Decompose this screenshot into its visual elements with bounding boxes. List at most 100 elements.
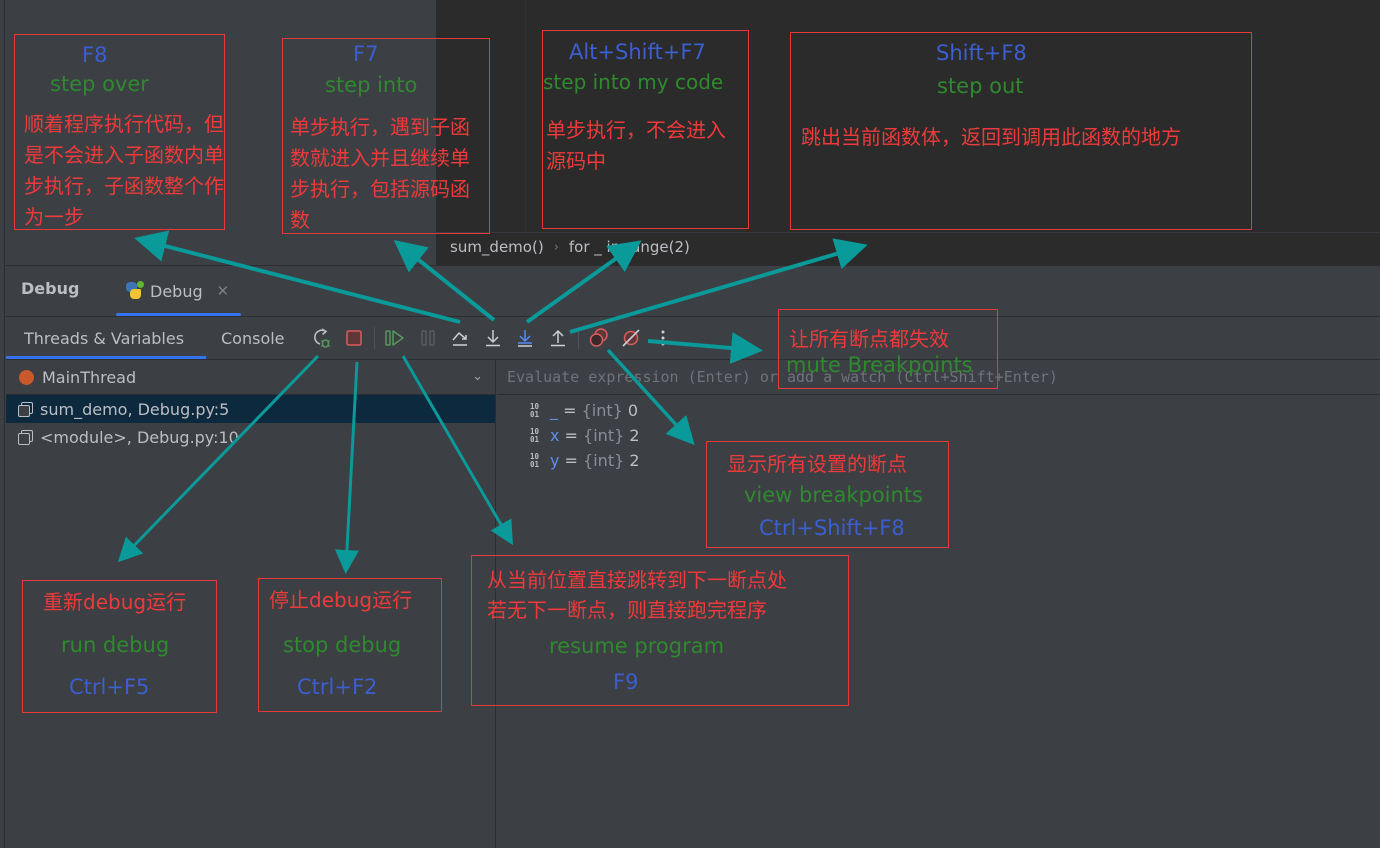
annotation-english: view breakpoints (744, 483, 923, 507)
annotation-english: resume program (549, 634, 725, 658)
annotation-key: Shift+F8 (936, 41, 1027, 65)
int-variable-icon: 10 01 (530, 452, 540, 469)
step-over-icon (452, 331, 467, 346)
tab-console-label: Console (221, 328, 285, 348)
frame-label: sum_demo, Debug.py:5 (40, 399, 230, 419)
annotation-key: F8 (82, 43, 108, 67)
annotation-key: Ctrl+F2 (297, 675, 378, 699)
annotation-step-into-my-code: Alt+Shift+F7 step into my code 单步执行，不会进入… (542, 30, 749, 229)
pause-icon (421, 330, 435, 346)
annotation-step-into: F7 step into 单步执行，遇到子函数就进入并且继续单步执行，包括源码函… (282, 38, 490, 234)
breadcrumb-item-loop[interactable]: for _ in range(2) (569, 238, 690, 256)
variable-value: 2 (629, 426, 640, 445)
annotation-chinese: 让所有断点都失效 (789, 327, 949, 351)
step-into-icon (486, 330, 500, 347)
annotation-key: F7 (353, 42, 379, 66)
step-over-button[interactable] (448, 326, 472, 350)
variable-value: 2 (629, 451, 640, 470)
annotation-chinese: 单步执行，不会进入源码中 (546, 118, 726, 173)
editor-gutter-divider (525, 0, 526, 232)
editor-breadcrumb-divider (436, 232, 1380, 233)
tab-threads-variables-label: Threads & Variables (24, 328, 185, 348)
rerun-debug-icon (314, 328, 330, 348)
annotation-english: step into (325, 73, 418, 97)
annotation-english: step over (50, 72, 149, 96)
resume-button[interactable] (383, 326, 407, 350)
thread-selector[interactable]: MainThread ⌄ (6, 360, 495, 395)
frame-label: <module>, Debug.py:10 (40, 427, 239, 447)
annotation-key: Ctrl+Shift+F8 (759, 516, 905, 540)
thread-name: MainThread (42, 367, 137, 387)
annotation-view-breakpoints: 显示所有设置的断点 view breakpoints Ctrl+Shift+F8 (706, 441, 949, 548)
variable-name: _ (550, 401, 558, 420)
stop-icon (346, 330, 362, 346)
step-into-button[interactable] (481, 326, 505, 350)
stack-frame-icon (18, 430, 33, 445)
breadcrumb: sum_demo() › for _ in range(2) (450, 238, 690, 256)
annotation-key: F9 (613, 670, 639, 694)
annotation-chinese: 停止debug运行 (269, 588, 413, 612)
annotation-resume-program: 从当前位置直接跳转到下一断点处 若无下一断点，则直接跑完程序 resume pr… (471, 555, 849, 706)
annotation-mute-breakpoints: 让所有断点都失效 mute Breakpoints (778, 309, 998, 389)
step-out-icon (551, 329, 565, 347)
tab-console[interactable]: Console (221, 317, 285, 359)
step-out-button[interactable] (546, 326, 570, 350)
breadcrumb-item-function[interactable]: sum_demo() (450, 238, 544, 256)
int-variable-icon: 10 01 (530, 427, 540, 444)
variable-type: {int} (581, 401, 623, 420)
stop-button[interactable] (342, 326, 366, 350)
tab-threads-variables[interactable]: Threads & Variables (6, 317, 206, 359)
more-options-button[interactable] (651, 326, 675, 350)
frame-item[interactable]: <module>, Debug.py:10 (6, 423, 495, 451)
annotation-chinese-line1: 从当前位置直接跳转到下一断点处 (487, 568, 787, 592)
annotation-english: step out (937, 74, 1024, 98)
frame-item[interactable]: sum_demo, Debug.py:5 (6, 395, 495, 423)
variable-name: x (550, 426, 560, 445)
annotation-english: stop debug (283, 633, 402, 657)
annotation-chinese: 顺着程序执行代码，但是不会进入子函数内单步执行，子函数整个作为一步 (24, 112, 224, 229)
close-icon[interactable]: ✕ (217, 282, 230, 300)
annotation-english: mute Breakpoints (786, 353, 973, 377)
annotation-chinese-line2: 若无下一断点，则直接跑完程序 (487, 598, 767, 622)
view-breakpoints-icon (589, 328, 608, 347)
debug-toolbar: Threads & Variables Console (6, 317, 1380, 359)
tab-debug-session[interactable]: Debug ✕ (116, 266, 241, 316)
annotation-chinese: 显示所有设置的断点 (727, 452, 907, 476)
step-into-my-code-button[interactable] (513, 326, 537, 350)
python-icon (124, 281, 144, 301)
left-gutter (0, 0, 5, 848)
annotation-chinese: 重新debug运行 (43, 590, 187, 614)
annotation-step-out: Shift+F8 step out 跳出当前函数体，返回到调用此函数的地方 (790, 32, 1252, 230)
view-breakpoints-button[interactable] (587, 326, 611, 350)
chevron-right-icon: › (553, 239, 559, 255)
resume-icon (385, 330, 404, 346)
tool-window-title: Debug (21, 279, 80, 298)
mute-breakpoints-icon (622, 329, 640, 347)
annotation-chinese: 跳出当前函数体，返回到调用此函数的地方 (801, 125, 1181, 149)
tab-debug-session-label: Debug (150, 281, 203, 301)
thread-status-icon (19, 369, 34, 385)
annotation-step-over: F8 step over 顺着程序执行代码，但是不会进入子函数内单步执行，子函数… (14, 34, 225, 230)
rerun-debug-button[interactable] (309, 326, 333, 350)
chevron-down-icon[interactable]: ⌄ (472, 369, 483, 384)
pause-button[interactable] (416, 326, 440, 350)
debug-tool-window-header: Debug Debug ✕ (6, 266, 1380, 316)
annotation-rerun-debug: 重新debug运行 run debug Ctrl+F5 (22, 580, 217, 713)
variable-row[interactable]: 10 01 _ = {int} 0 (497, 398, 1380, 423)
toolbar-separator (374, 327, 375, 349)
variable-type: {int} (583, 426, 625, 445)
step-into-my-code-icon (518, 330, 532, 347)
annotation-chinese: 单步执行，遇到子函数就进入并且继续单步执行，包括源码函数 (290, 115, 470, 232)
int-variable-icon: 10 01 (530, 402, 540, 419)
variable-type: {int} (583, 451, 625, 470)
variable-value: 0 (627, 401, 639, 420)
annotation-english: step into my code (543, 70, 724, 94)
annotation-english: run debug (61, 633, 170, 657)
annotation-key: Alt+Shift+F7 (569, 40, 706, 64)
stack-frame-icon (18, 402, 33, 417)
mute-breakpoints-button[interactable] (619, 326, 643, 350)
variable-name: y (550, 451, 560, 470)
toolbar-separator (578, 327, 579, 349)
annotation-stop-debug: 停止debug运行 stop debug Ctrl+F2 (258, 578, 442, 712)
more-vertical-icon (661, 330, 665, 346)
